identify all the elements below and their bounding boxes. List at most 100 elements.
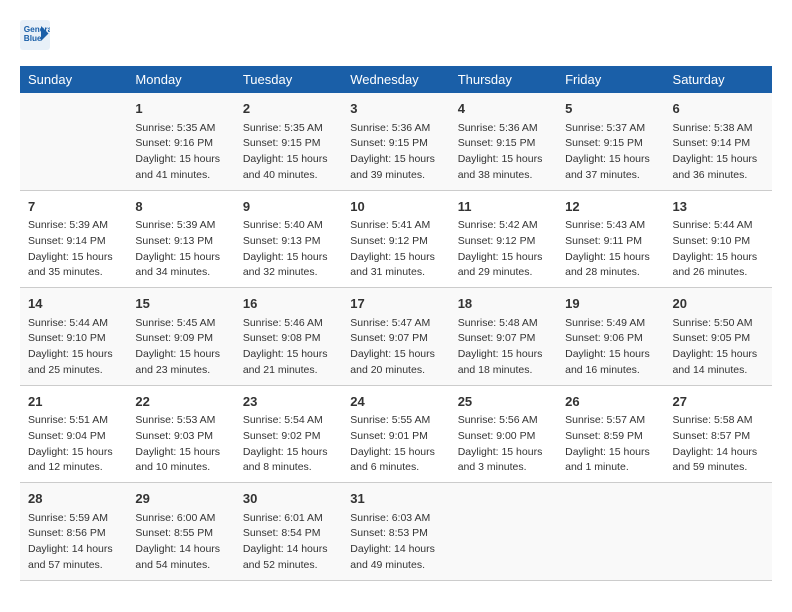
column-header-friday: Friday [557,66,664,93]
day-info: Sunrise: 5:57 AM Sunset: 8:59 PM Dayligh… [565,413,656,476]
day-info: Sunrise: 5:50 AM Sunset: 9:05 PM Dayligh… [673,316,764,379]
column-header-thursday: Thursday [450,66,557,93]
day-info: Sunrise: 5:40 AM Sunset: 9:13 PM Dayligh… [243,218,334,281]
day-info: Sunrise: 5:44 AM Sunset: 9:10 PM Dayligh… [673,218,764,281]
day-info: Sunrise: 5:54 AM Sunset: 9:02 PM Dayligh… [243,413,334,476]
calendar-cell: 27Sunrise: 5:58 AM Sunset: 8:57 PM Dayli… [665,385,772,483]
calendar-cell: 19Sunrise: 5:49 AM Sunset: 9:06 PM Dayli… [557,288,664,386]
day-info: Sunrise: 5:35 AM Sunset: 9:15 PM Dayligh… [243,121,334,184]
calendar-cell: 23Sunrise: 5:54 AM Sunset: 9:02 PM Dayli… [235,385,342,483]
week-row-3: 14Sunrise: 5:44 AM Sunset: 9:10 PM Dayli… [20,288,772,386]
week-row-5: 28Sunrise: 5:59 AM Sunset: 8:56 PM Dayli… [20,483,772,581]
calendar-cell [557,483,664,581]
day-number: 22 [135,392,226,412]
day-info: Sunrise: 5:43 AM Sunset: 9:11 PM Dayligh… [565,218,656,281]
day-info: Sunrise: 5:37 AM Sunset: 9:15 PM Dayligh… [565,121,656,184]
day-info: Sunrise: 5:35 AM Sunset: 9:16 PM Dayligh… [135,121,226,184]
calendar-cell: 6Sunrise: 5:38 AM Sunset: 9:14 PM Daylig… [665,93,772,190]
day-number: 3 [350,99,441,119]
day-info: Sunrise: 5:44 AM Sunset: 9:10 PM Dayligh… [28,316,119,379]
day-info: Sunrise: 5:51 AM Sunset: 9:04 PM Dayligh… [28,413,119,476]
column-header-tuesday: Tuesday [235,66,342,93]
day-number: 8 [135,197,226,217]
calendar-cell: 14Sunrise: 5:44 AM Sunset: 9:10 PM Dayli… [20,288,127,386]
day-number: 23 [243,392,334,412]
day-info: Sunrise: 5:36 AM Sunset: 9:15 PM Dayligh… [458,121,549,184]
day-number: 28 [28,489,119,509]
day-number: 13 [673,197,764,217]
calendar-cell: 5Sunrise: 5:37 AM Sunset: 9:15 PM Daylig… [557,93,664,190]
day-info: Sunrise: 6:01 AM Sunset: 8:54 PM Dayligh… [243,511,334,574]
day-number: 19 [565,294,656,314]
day-info: Sunrise: 5:39 AM Sunset: 9:14 PM Dayligh… [28,218,119,281]
day-number: 6 [673,99,764,119]
calendar-cell: 18Sunrise: 5:48 AM Sunset: 9:07 PM Dayli… [450,288,557,386]
day-number: 16 [243,294,334,314]
day-number: 9 [243,197,334,217]
day-number: 1 [135,99,226,119]
calendar-cell: 9Sunrise: 5:40 AM Sunset: 9:13 PM Daylig… [235,190,342,288]
day-number: 29 [135,489,226,509]
day-number: 18 [458,294,549,314]
calendar-cell: 15Sunrise: 5:45 AM Sunset: 9:09 PM Dayli… [127,288,234,386]
day-number: 11 [458,197,549,217]
day-number: 31 [350,489,441,509]
day-info: Sunrise: 5:47 AM Sunset: 9:07 PM Dayligh… [350,316,441,379]
day-info: Sunrise: 6:03 AM Sunset: 8:53 PM Dayligh… [350,511,441,574]
calendar-header: SundayMondayTuesdayWednesdayThursdayFrid… [20,66,772,93]
day-number: 15 [135,294,226,314]
week-row-1: 1Sunrise: 5:35 AM Sunset: 9:16 PM Daylig… [20,93,772,190]
calendar-cell [450,483,557,581]
logo: General Blue [20,20,54,50]
column-header-wednesday: Wednesday [342,66,449,93]
calendar-cell: 8Sunrise: 5:39 AM Sunset: 9:13 PM Daylig… [127,190,234,288]
day-info: Sunrise: 5:46 AM Sunset: 9:08 PM Dayligh… [243,316,334,379]
day-info: Sunrise: 5:59 AM Sunset: 8:56 PM Dayligh… [28,511,119,574]
day-number: 27 [673,392,764,412]
calendar-cell: 12Sunrise: 5:43 AM Sunset: 9:11 PM Dayli… [557,190,664,288]
calendar-cell: 20Sunrise: 5:50 AM Sunset: 9:05 PM Dayli… [665,288,772,386]
calendar-cell: 4Sunrise: 5:36 AM Sunset: 9:15 PM Daylig… [450,93,557,190]
calendar-cell: 1Sunrise: 5:35 AM Sunset: 9:16 PM Daylig… [127,93,234,190]
svg-text:Blue: Blue [24,34,42,43]
week-row-4: 21Sunrise: 5:51 AM Sunset: 9:04 PM Dayli… [20,385,772,483]
day-number: 20 [673,294,764,314]
calendar-cell: 17Sunrise: 5:47 AM Sunset: 9:07 PM Dayli… [342,288,449,386]
calendar-cell: 26Sunrise: 5:57 AM Sunset: 8:59 PM Dayli… [557,385,664,483]
day-number: 21 [28,392,119,412]
calendar-body: 1Sunrise: 5:35 AM Sunset: 9:16 PM Daylig… [20,93,772,580]
day-number: 26 [565,392,656,412]
day-info: Sunrise: 5:36 AM Sunset: 9:15 PM Dayligh… [350,121,441,184]
calendar-cell: 7Sunrise: 5:39 AM Sunset: 9:14 PM Daylig… [20,190,127,288]
calendar-cell: 22Sunrise: 5:53 AM Sunset: 9:03 PM Dayli… [127,385,234,483]
day-info: Sunrise: 5:58 AM Sunset: 8:57 PM Dayligh… [673,413,764,476]
calendar-cell: 13Sunrise: 5:44 AM Sunset: 9:10 PM Dayli… [665,190,772,288]
calendar-cell: 30Sunrise: 6:01 AM Sunset: 8:54 PM Dayli… [235,483,342,581]
week-row-2: 7Sunrise: 5:39 AM Sunset: 9:14 PM Daylig… [20,190,772,288]
day-info: Sunrise: 5:56 AM Sunset: 9:00 PM Dayligh… [458,413,549,476]
day-info: Sunrise: 5:49 AM Sunset: 9:06 PM Dayligh… [565,316,656,379]
day-info: Sunrise: 5:38 AM Sunset: 9:14 PM Dayligh… [673,121,764,184]
calendar-cell: 2Sunrise: 5:35 AM Sunset: 9:15 PM Daylig… [235,93,342,190]
calendar-cell: 24Sunrise: 5:55 AM Sunset: 9:01 PM Dayli… [342,385,449,483]
day-info: Sunrise: 5:42 AM Sunset: 9:12 PM Dayligh… [458,218,549,281]
logo-icon: General Blue [20,20,50,50]
day-number: 30 [243,489,334,509]
column-header-saturday: Saturday [665,66,772,93]
day-number: 12 [565,197,656,217]
day-info: Sunrise: 5:41 AM Sunset: 9:12 PM Dayligh… [350,218,441,281]
calendar-cell: 28Sunrise: 5:59 AM Sunset: 8:56 PM Dayli… [20,483,127,581]
day-number: 10 [350,197,441,217]
calendar-table: SundayMondayTuesdayWednesdayThursdayFrid… [20,66,772,581]
day-info: Sunrise: 5:39 AM Sunset: 9:13 PM Dayligh… [135,218,226,281]
header-row: SundayMondayTuesdayWednesdayThursdayFrid… [20,66,772,93]
calendar-cell [20,93,127,190]
day-info: Sunrise: 5:55 AM Sunset: 9:01 PM Dayligh… [350,413,441,476]
calendar-cell: 21Sunrise: 5:51 AM Sunset: 9:04 PM Dayli… [20,385,127,483]
day-number: 7 [28,197,119,217]
day-number: 24 [350,392,441,412]
day-number: 4 [458,99,549,119]
day-number: 17 [350,294,441,314]
calendar-cell: 3Sunrise: 5:36 AM Sunset: 9:15 PM Daylig… [342,93,449,190]
calendar-cell: 10Sunrise: 5:41 AM Sunset: 9:12 PM Dayli… [342,190,449,288]
